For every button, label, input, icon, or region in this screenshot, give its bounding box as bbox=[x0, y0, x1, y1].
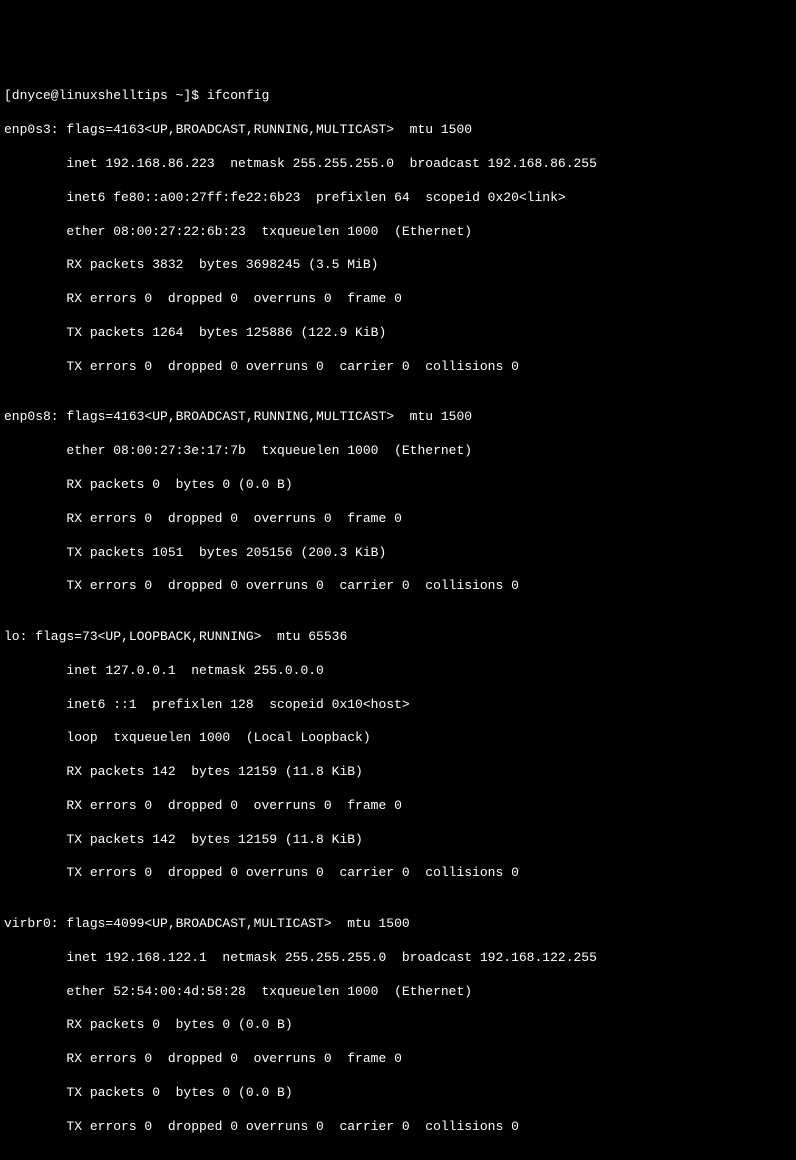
iface-rx-packets: RX packets 0 bytes 0 (0.0 B) bbox=[4, 477, 792, 494]
iface-tx-errors: TX errors 0 dropped 0 overruns 0 carrier… bbox=[4, 359, 792, 376]
iface-tx-packets: TX packets 1264 bytes 125886 (122.9 KiB) bbox=[4, 325, 792, 342]
iface-header: virbr0: flags=4099<UP,BROADCAST,MULTICAS… bbox=[4, 916, 792, 933]
iface-rx-packets: RX packets 3832 bytes 3698245 (3.5 MiB) bbox=[4, 257, 792, 274]
iface-tx-errors: TX errors 0 dropped 0 overruns 0 carrier… bbox=[4, 865, 792, 882]
iface-rx-packets: RX packets 0 bytes 0 (0.0 B) bbox=[4, 1017, 792, 1034]
iface-header: lo: flags=73<UP,LOOPBACK,RUNNING> mtu 65… bbox=[4, 629, 792, 646]
iface-rx-errors: RX errors 0 dropped 0 overruns 0 frame 0 bbox=[4, 1051, 792, 1068]
iface-rx-errors: RX errors 0 dropped 0 overruns 0 frame 0 bbox=[4, 291, 792, 308]
iface-ether: ether 08:00:27:3e:17:7b txqueuelen 1000 … bbox=[4, 443, 792, 460]
iface-header: enp0s3: flags=4163<UP,BROADCAST,RUNNING,… bbox=[4, 122, 792, 139]
iface-inet6: inet6 ::1 prefixlen 128 scopeid 0x10<hos… bbox=[4, 697, 792, 714]
iface-tx-errors: TX errors 0 dropped 0 overruns 0 carrier… bbox=[4, 578, 792, 595]
prompt-line: [dnyce@linuxshelltips ~]$ ifconfig bbox=[4, 88, 792, 105]
iface-tx-errors: TX errors 0 dropped 0 overruns 0 carrier… bbox=[4, 1119, 792, 1136]
iface-rx-packets: RX packets 142 bytes 12159 (11.8 KiB) bbox=[4, 764, 792, 781]
iface-inet: inet 192.168.122.1 netmask 255.255.255.0… bbox=[4, 950, 792, 967]
iface-header: enp0s8: flags=4163<UP,BROADCAST,RUNNING,… bbox=[4, 409, 792, 426]
iface-inet: inet 127.0.0.1 netmask 255.0.0.0 bbox=[4, 663, 792, 680]
iface-tx-packets: TX packets 1051 bytes 205156 (200.3 KiB) bbox=[4, 545, 792, 562]
iface-tx-packets: TX packets 142 bytes 12159 (11.8 KiB) bbox=[4, 832, 792, 849]
iface-rx-errors: RX errors 0 dropped 0 overruns 0 frame 0 bbox=[4, 511, 792, 528]
iface-tx-packets: TX packets 0 bytes 0 (0.0 B) bbox=[4, 1085, 792, 1102]
iface-loop: loop txqueuelen 1000 (Local Loopback) bbox=[4, 730, 792, 747]
iface-inet6: inet6 fe80::a00:27ff:fe22:6b23 prefixlen… bbox=[4, 190, 792, 207]
terminal-output[interactable]: [dnyce@linuxshelltips ~]$ ifconfig enp0s… bbox=[4, 72, 792, 1160]
iface-rx-errors: RX errors 0 dropped 0 overruns 0 frame 0 bbox=[4, 798, 792, 815]
iface-ether: ether 08:00:27:22:6b:23 txqueuelen 1000 … bbox=[4, 224, 792, 241]
iface-inet: inet 192.168.86.223 netmask 255.255.255.… bbox=[4, 156, 792, 173]
iface-ether: ether 52:54:00:4d:58:28 txqueuelen 1000 … bbox=[4, 984, 792, 1001]
